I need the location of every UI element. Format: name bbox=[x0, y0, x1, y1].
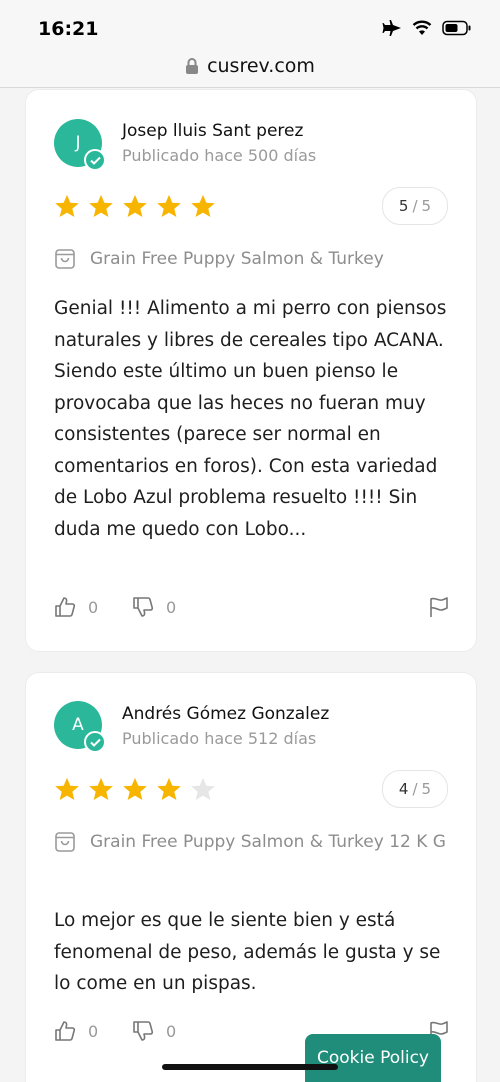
rating-badge: 4 / 5 bbox=[382, 770, 448, 808]
status-bar: 16:21 bbox=[0, 0, 500, 44]
dislike-button[interactable]: 0 bbox=[132, 1020, 176, 1042]
review-date: Publicado hace 500 días bbox=[122, 146, 317, 165]
review-author: Andrés Gómez Gonzalez bbox=[122, 704, 330, 724]
rating-badge: 5 / 5 bbox=[382, 187, 448, 225]
thumbs-up-icon bbox=[55, 1021, 76, 1041]
shopping-bag-icon bbox=[55, 249, 75, 269]
review-card: A Andrés Gómez Gonzalez Publicado hace 5… bbox=[25, 672, 477, 1082]
star-filled-icon bbox=[89, 777, 113, 801]
like-button[interactable]: 0 bbox=[54, 596, 98, 618]
avatar: J bbox=[54, 119, 106, 171]
rating-separator: / bbox=[412, 780, 418, 798]
clock: 16:21 bbox=[38, 18, 99, 40]
review-product[interactable]: Grain Free Puppy Salmon & Turkey 12 K G bbox=[54, 828, 454, 856]
star-rating bbox=[54, 777, 216, 802]
product-name: Grain Free Puppy Salmon & Turkey 12 K G bbox=[90, 832, 446, 852]
rating-max: 5 bbox=[421, 197, 432, 215]
status-icons bbox=[382, 19, 472, 37]
star-filled-icon bbox=[89, 194, 113, 218]
thumbs-down-icon bbox=[133, 597, 154, 617]
dislike-count: 0 bbox=[166, 1021, 177, 1041]
airplane-icon bbox=[382, 20, 401, 36]
avatar-letter: A bbox=[72, 715, 84, 735]
wifi-icon bbox=[412, 20, 432, 35]
cookie-policy-button[interactable]: Cookie Policy bbox=[305, 1034, 441, 1082]
star-rating bbox=[54, 194, 216, 219]
battery-icon bbox=[442, 20, 471, 36]
avatar-letter: J bbox=[75, 133, 81, 153]
report-button[interactable] bbox=[428, 596, 450, 618]
rating-max: 5 bbox=[421, 780, 432, 798]
like-button[interactable]: 0 bbox=[54, 1020, 98, 1042]
review-actions: 0 0 bbox=[54, 596, 450, 622]
review-date: Publicado hace 512 días bbox=[122, 729, 317, 748]
star-filled-icon bbox=[157, 777, 181, 801]
verified-badge-icon bbox=[84, 149, 106, 171]
review-text: Lo mejor es que le siente bien y está fe… bbox=[54, 910, 441, 994]
rating-separator: / bbox=[412, 197, 418, 215]
thumbs-up-icon bbox=[55, 597, 76, 617]
reviews-list: J Josep lluis Sant perez Publicado hace … bbox=[0, 88, 500, 1082]
avatar: A bbox=[54, 701, 106, 753]
flag-icon bbox=[430, 597, 448, 617]
star-filled-icon bbox=[157, 194, 181, 218]
like-count: 0 bbox=[88, 597, 99, 617]
review-product[interactable]: Grain Free Puppy Salmon & Turkey bbox=[54, 245, 454, 273]
dislike-count: 0 bbox=[166, 597, 177, 617]
url-text: cusrev.com bbox=[207, 54, 315, 77]
lock-icon bbox=[186, 57, 199, 74]
rating-value: 5 bbox=[398, 197, 409, 215]
like-count: 0 bbox=[88, 1021, 99, 1041]
review-card: J Josep lluis Sant perez Publicado hace … bbox=[25, 89, 477, 652]
address-bar[interactable]: cusrev.com bbox=[0, 44, 500, 88]
rating-value: 4 bbox=[398, 780, 409, 798]
product-name: Grain Free Puppy Salmon & Turkey bbox=[90, 249, 384, 269]
review-text: Genial !!! Alimento a mi perro con piens… bbox=[54, 298, 447, 540]
thumbs-down-icon bbox=[133, 1021, 154, 1041]
star-filled-icon bbox=[55, 777, 79, 801]
star-filled-icon bbox=[191, 194, 215, 218]
star-filled-icon bbox=[123, 777, 147, 801]
star-empty-icon bbox=[191, 777, 215, 801]
star-filled-icon bbox=[55, 194, 79, 218]
verified-badge-icon bbox=[84, 731, 106, 753]
home-indicator bbox=[162, 1064, 338, 1070]
star-filled-icon bbox=[123, 194, 147, 218]
shopping-bag-icon bbox=[55, 832, 75, 852]
review-author: Josep lluis Sant perez bbox=[122, 121, 304, 141]
dislike-button[interactable]: 0 bbox=[132, 596, 176, 618]
